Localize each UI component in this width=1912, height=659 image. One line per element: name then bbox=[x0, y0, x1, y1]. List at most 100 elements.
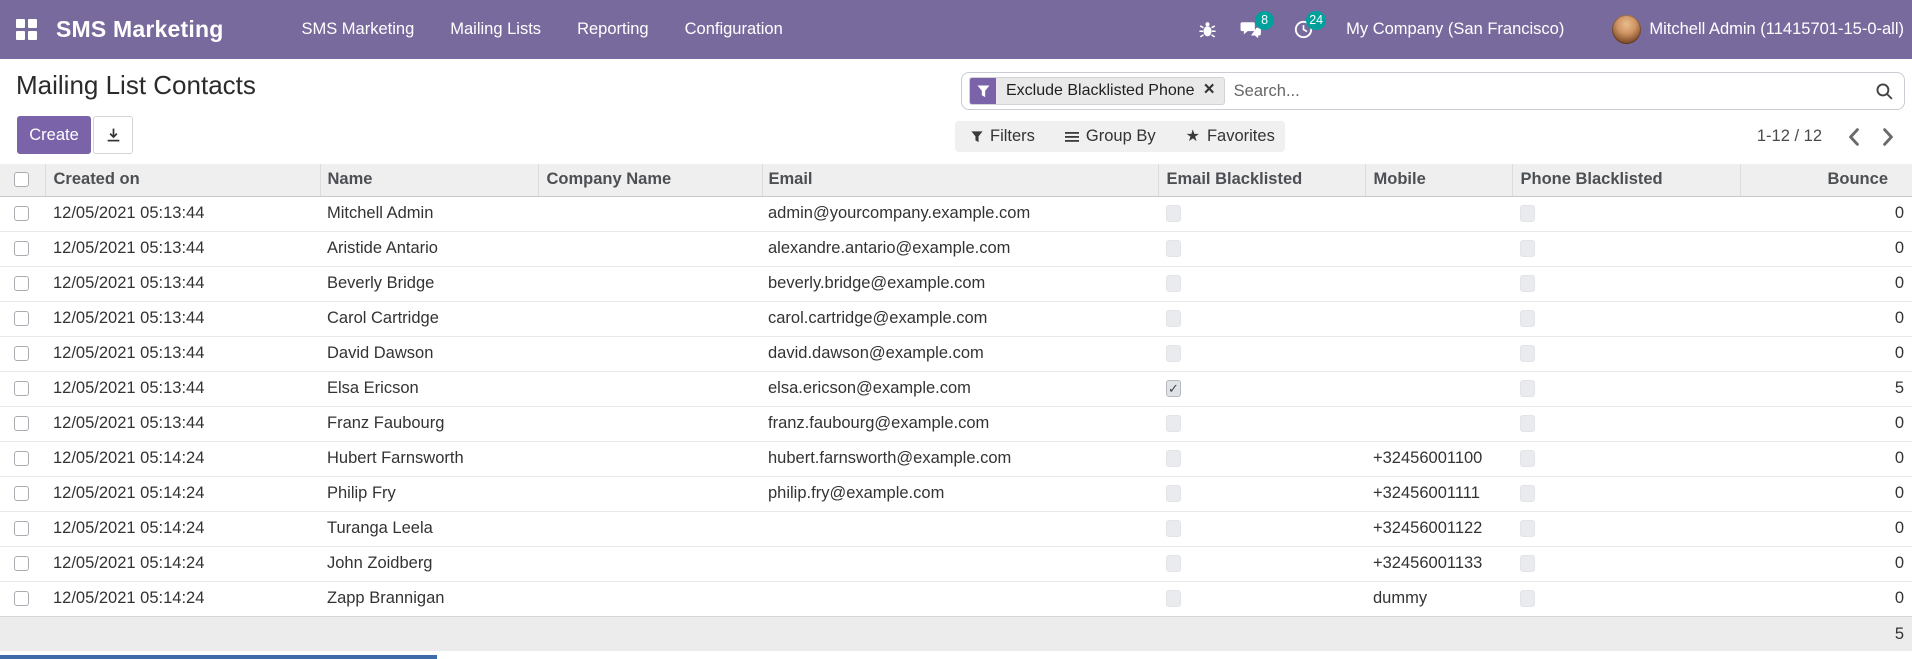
cell-created-on: 12/05/2021 05:13:44 bbox=[45, 336, 320, 372]
column-header-bounce[interactable]: Bounce bbox=[1739, 164, 1912, 197]
search-icon[interactable] bbox=[1875, 82, 1894, 101]
column-header-name[interactable]: Name bbox=[319, 164, 538, 197]
table-row-hubert-farnsworth[interactable]: 12/05/2021 05:14:24 Hubert Farnsworth hube… bbox=[0, 441, 1912, 477]
row-select-cell bbox=[0, 231, 45, 267]
table-row-david-dawson[interactable]: 12/05/2021 05:13:44 David Dawson david.daw… bbox=[0, 336, 1912, 372]
cell-created-on: 12/05/2021 05:13:44 bbox=[45, 371, 320, 407]
row-select-checkbox[interactable] bbox=[14, 381, 29, 397]
app-brand[interactable]: SMS Marketing bbox=[56, 16, 223, 43]
select-all-checkbox[interactable] bbox=[14, 172, 29, 188]
table-row-turanga-leela[interactable]: 12/05/2021 05:14:24 Turanga Leela +3245600… bbox=[0, 511, 1912, 547]
apps-menu-icon[interactable] bbox=[16, 18, 38, 41]
menu-reporting[interactable]: Reporting bbox=[559, 0, 667, 59]
table-row-aristide-antario[interactable]: 12/05/2021 05:13:44 Aristide Antario alexa… bbox=[0, 231, 1912, 267]
favorites-button[interactable]: ★ Favorites bbox=[1186, 127, 1275, 146]
table-row-elsa-ericson[interactable]: 12/05/2021 05:13:44 Elsa Ericson elsa.eric… bbox=[0, 371, 1912, 407]
cell-email: carol.cartridge@example.com bbox=[762, 301, 1158, 337]
table-row-mitchell-admin[interactable]: 12/05/2021 05:13:44 Mitchell Admin admin@y… bbox=[0, 196, 1912, 232]
row-select-checkbox[interactable] bbox=[14, 591, 29, 607]
activities-clock-icon[interactable]: 24 bbox=[1290, 10, 1327, 43]
pager-previous-icon[interactable] bbox=[1848, 127, 1860, 146]
cell-name: Hubert Farnsworth bbox=[320, 441, 538, 477]
pager-range: 1-12 / 12 bbox=[1756, 127, 1822, 145]
column-header-phone-blacklisted[interactable]: Phone Blacklisted bbox=[1511, 164, 1740, 197]
cell-mobile: +32456001133 bbox=[1365, 546, 1512, 582]
row-select-checkbox[interactable] bbox=[14, 311, 29, 327]
cell-email bbox=[762, 511, 1158, 547]
cell-company-name bbox=[538, 511, 762, 547]
table-row-john-zoidberg[interactable]: 12/05/2021 05:14:24 John Zoidberg +3245600… bbox=[0, 546, 1912, 582]
row-select-checkbox[interactable] bbox=[14, 556, 29, 572]
row-select-checkbox[interactable] bbox=[14, 241, 29, 257]
menu-mailing-lists[interactable]: Mailing Lists bbox=[432, 0, 559, 59]
cell-email-blacklisted bbox=[1158, 336, 1365, 372]
facet-remove-icon[interactable]: × bbox=[1204, 78, 1224, 104]
table-row-carol-cartridge[interactable]: 12/05/2021 05:13:44 Carol Cartridge carol.… bbox=[0, 301, 1912, 337]
cell-bounce: 5 bbox=[1740, 371, 1912, 407]
pager-next-icon[interactable] bbox=[1882, 127, 1894, 146]
facet-label: Exclude Blacklisted Phone bbox=[1006, 82, 1195, 99]
cell-company-name bbox=[538, 546, 762, 582]
row-select-cell bbox=[0, 406, 45, 442]
cell-phone-blacklisted bbox=[1512, 406, 1740, 442]
email-blacklisted-checkbox bbox=[1166, 520, 1181, 538]
cell-mobile bbox=[1365, 336, 1512, 372]
table-row-philip-fry[interactable]: 12/05/2021 05:14:24 Philip Fry philip.fry@… bbox=[0, 476, 1912, 512]
cell-mobile bbox=[1365, 301, 1512, 337]
phone-blacklisted-checkbox bbox=[1520, 240, 1535, 258]
download-icon bbox=[107, 128, 119, 141]
cell-bounce: 0 bbox=[1740, 231, 1912, 267]
table-row-beverly-bridge[interactable]: 12/05/2021 05:13:44 Beverly Bridge beverly… bbox=[0, 266, 1912, 302]
top-navbar: SMS Marketing SMS Marketing Mailing Lists… bbox=[0, 0, 1912, 59]
filters-button[interactable]: Filters bbox=[971, 127, 1035, 146]
user-avatar[interactable] bbox=[1612, 15, 1642, 44]
cell-email-blacklisted bbox=[1158, 231, 1365, 267]
email-blacklisted-checkbox bbox=[1166, 345, 1181, 363]
phone-blacklisted-checkbox bbox=[1520, 485, 1535, 503]
row-select-cell bbox=[0, 476, 45, 512]
row-select-checkbox[interactable] bbox=[14, 416, 29, 432]
cell-name: Philip Fry bbox=[320, 476, 538, 512]
messages-icon[interactable]: 8 bbox=[1238, 10, 1275, 43]
search-bar[interactable]: Exclude Blacklisted Phone × Search... bbox=[961, 72, 1905, 110]
cell-company-name bbox=[538, 231, 762, 267]
apps-menu-square bbox=[16, 18, 25, 28]
row-select-checkbox[interactable] bbox=[14, 486, 29, 502]
table-row-zapp-brannigan[interactable]: 12/05/2021 05:14:24 Zapp Brannigan dummy 0 bbox=[0, 581, 1912, 617]
row-select-checkbox[interactable] bbox=[14, 276, 29, 292]
user-menu[interactable]: Mitchell Admin (11415701-15-0-all) bbox=[1649, 20, 1904, 39]
column-header-email-blacklisted[interactable]: Email Blacklisted bbox=[1157, 164, 1365, 197]
cell-mobile bbox=[1365, 406, 1512, 442]
email-blacklisted-checkbox bbox=[1166, 205, 1181, 223]
column-header-email[interactable]: Email bbox=[761, 164, 1158, 197]
horizontal-scrollbar-thumb[interactable] bbox=[0, 655, 437, 659]
row-select-cell bbox=[0, 196, 45, 232]
menu-sms-marketing[interactable]: SMS Marketing bbox=[283, 0, 432, 59]
phone-blacklisted-checkbox bbox=[1520, 345, 1535, 363]
table-row-franz-faubourg[interactable]: 12/05/2021 05:13:44 Franz Faubourg franz.f… bbox=[0, 406, 1912, 442]
column-header-company-name[interactable]: Company Name bbox=[537, 164, 762, 197]
column-header-mobile[interactable]: Mobile bbox=[1364, 164, 1512, 197]
list-footer: 5 bbox=[0, 616, 1912, 651]
export-button[interactable] bbox=[93, 116, 133, 154]
company-switcher[interactable]: My Company (San Francisco) bbox=[1346, 20, 1564, 39]
row-select-checkbox[interactable] bbox=[14, 451, 29, 467]
phone-blacklisted-checkbox bbox=[1520, 555, 1535, 573]
email-blacklisted-checkbox bbox=[1166, 240, 1181, 258]
row-select-checkbox[interactable] bbox=[14, 521, 29, 537]
row-select-checkbox[interactable] bbox=[14, 206, 29, 222]
cell-phone-blacklisted bbox=[1512, 441, 1740, 477]
cell-bounce: 0 bbox=[1740, 336, 1912, 372]
create-button[interactable]: Create bbox=[17, 116, 91, 154]
column-header-created-on[interactable]: Created on bbox=[44, 164, 320, 197]
cell-company-name bbox=[538, 581, 762, 617]
messages-badge: 8 bbox=[1255, 10, 1275, 30]
row-select-checkbox[interactable] bbox=[14, 346, 29, 362]
search-input[interactable]: Search... bbox=[1234, 82, 1875, 101]
group-by-button[interactable]: Group By bbox=[1064, 127, 1156, 146]
debug-bug-icon[interactable] bbox=[1194, 17, 1220, 43]
cell-company-name bbox=[538, 476, 762, 512]
menu-configuration[interactable]: Configuration bbox=[667, 0, 801, 59]
search-options-bar: Filters Group By ★ Favorites bbox=[955, 121, 1285, 152]
row-select-cell bbox=[0, 336, 45, 372]
